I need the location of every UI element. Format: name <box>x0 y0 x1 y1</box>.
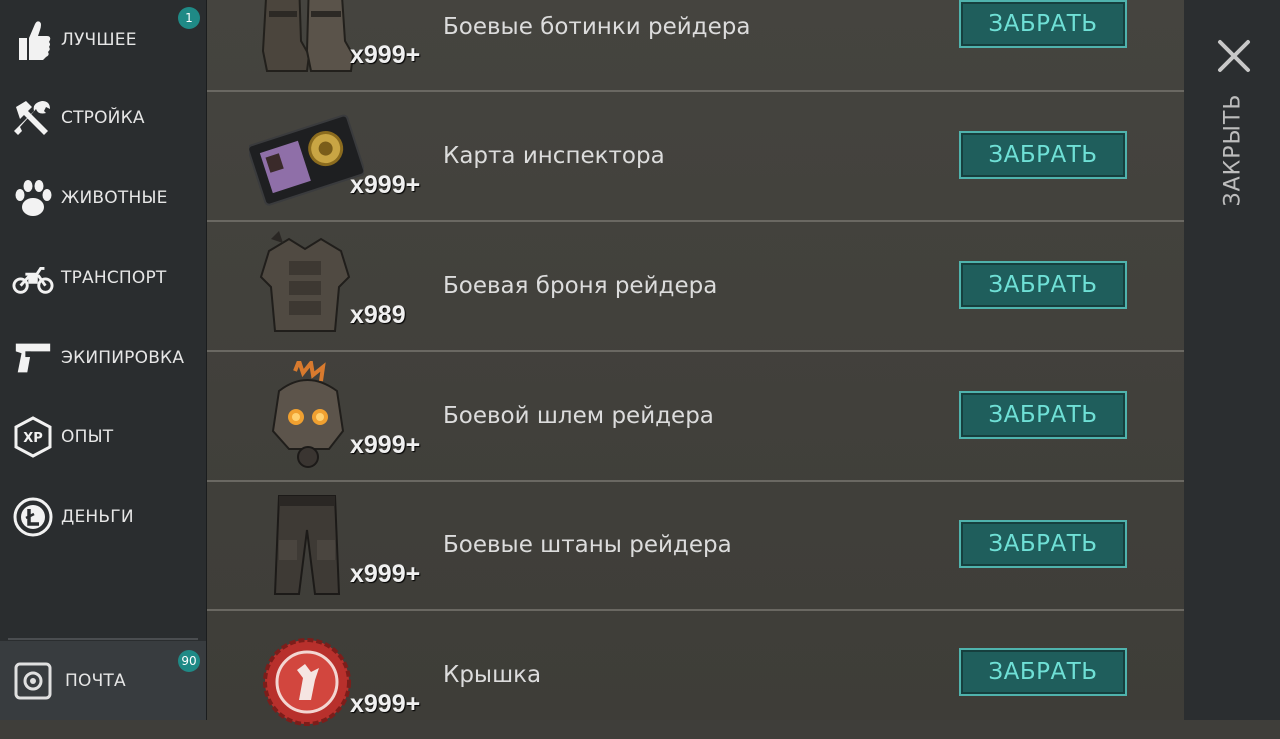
motorcycle-icon <box>12 257 54 299</box>
notification-badge: 90 <box>178 650 200 672</box>
sidebar-item-construction[interactable]: СТРОЙКА <box>0 88 206 148</box>
take-button[interactable]: ЗАБРАТЬ <box>959 391 1127 439</box>
take-button[interactable]: ЗАБРАТЬ <box>959 520 1127 568</box>
close-button[interactable]: ЗАКРЫТЬ <box>1221 94 1246 207</box>
item-quantity: x999+ <box>350 431 421 459</box>
sidebar-item-mail[interactable]: ПОЧТА 90 <box>0 641 206 720</box>
list-item: x999+ Боевые ботинки рейдера ЗАБРАТЬ <box>207 0 1184 92</box>
list-item: x989 Боевая броня рейдера ЗАБРАТЬ <box>207 221 1184 352</box>
sidebar-item-label: ОПЫТ <box>61 427 114 447</box>
sidebar-item-label: ПОЧТА <box>65 670 126 691</box>
thumbs-up-icon <box>12 19 54 61</box>
svg-text:XP: XP <box>23 431 43 446</box>
sidebar-item-equipment[interactable]: ЭКИПИРОВКА <box>0 328 206 388</box>
take-button[interactable]: ЗАБРАТЬ <box>959 0 1127 48</box>
sidebar-item-label: ТРАНСПОРТ <box>61 268 167 288</box>
safe-icon <box>12 660 54 702</box>
notification-badge: 1 <box>178 7 200 29</box>
boots-icon <box>249 0 364 81</box>
take-button[interactable]: ЗАБРАТЬ <box>959 261 1127 309</box>
sidebar-divider <box>8 638 198 640</box>
item-quantity: x999+ <box>350 690 421 718</box>
armor-icon <box>249 231 364 341</box>
sidebar-item-money[interactable]: ДЕНЬГИ <box>0 487 206 547</box>
xp-icon: XP <box>12 416 54 458</box>
pistol-icon <box>12 337 54 379</box>
list-item: x999+ Карта инспектора ЗАБРАТЬ <box>207 91 1184 222</box>
sidebar-item-label: СТРОЙКА <box>61 108 145 128</box>
item-quantity: x989 <box>350 301 406 329</box>
sidebar-item-label: ЛУЧШЕЕ <box>61 30 137 50</box>
hammer-wrench-icon <box>12 97 54 139</box>
sidebar: ЛУЧШЕЕ 1 СТРОЙКА ЖИВОТНЫЕ ТРАНСПОРТ ЭКИП… <box>0 0 207 720</box>
sidebar-item-label: ЭКИПИРОВКА <box>61 348 185 368</box>
item-quantity: x999+ <box>350 171 421 199</box>
coin-icon <box>12 496 54 538</box>
item-name: Боевой шлем рейдера <box>443 402 714 429</box>
sidebar-item-label: ЖИВОТНЫЕ <box>61 188 168 208</box>
item-quantity: x999+ <box>350 560 421 588</box>
paw-icon <box>12 177 54 219</box>
item-name: Боевая броня рейдера <box>443 272 718 299</box>
item-name: Крышка <box>443 662 542 688</box>
take-button[interactable]: ЗАБРАТЬ <box>959 131 1127 179</box>
sidebar-item-best[interactable]: ЛУЧШЕЕ 1 <box>0 7 206 70</box>
sidebar-item-experience[interactable]: XP ОПЫТ <box>0 407 206 467</box>
item-name: Боевые ботинки рейдера <box>443 14 751 40</box>
helmet-icon <box>249 355 364 471</box>
badge-wallet-icon <box>247 101 366 211</box>
item-name: Карта инспектора <box>443 142 665 169</box>
close-icon[interactable] <box>1212 34 1256 78</box>
take-button[interactable]: ЗАБРАТЬ <box>959 648 1127 696</box>
bottle-cap-icon <box>249 620 364 730</box>
item-name: Боевые штаны рейдера <box>443 531 732 558</box>
list-item: x999+ Боевой шлем рейдера ЗАБРАТЬ <box>207 351 1184 482</box>
item-quantity: x999+ <box>350 41 421 69</box>
sidebar-item-transport[interactable]: ТРАНСПОРТ <box>0 248 206 308</box>
list-item: x999+ Боевые штаны рейдера ЗАБРАТЬ <box>207 480 1184 611</box>
sidebar-item-animals[interactable]: ЖИВОТНЫЕ <box>0 168 206 228</box>
sidebar-item-label: ДЕНЬГИ <box>61 507 134 527</box>
pants-icon <box>249 490 364 600</box>
rewards-list: x999+ Боевые ботинки рейдера ЗАБРАТЬ x99… <box>207 0 1184 726</box>
